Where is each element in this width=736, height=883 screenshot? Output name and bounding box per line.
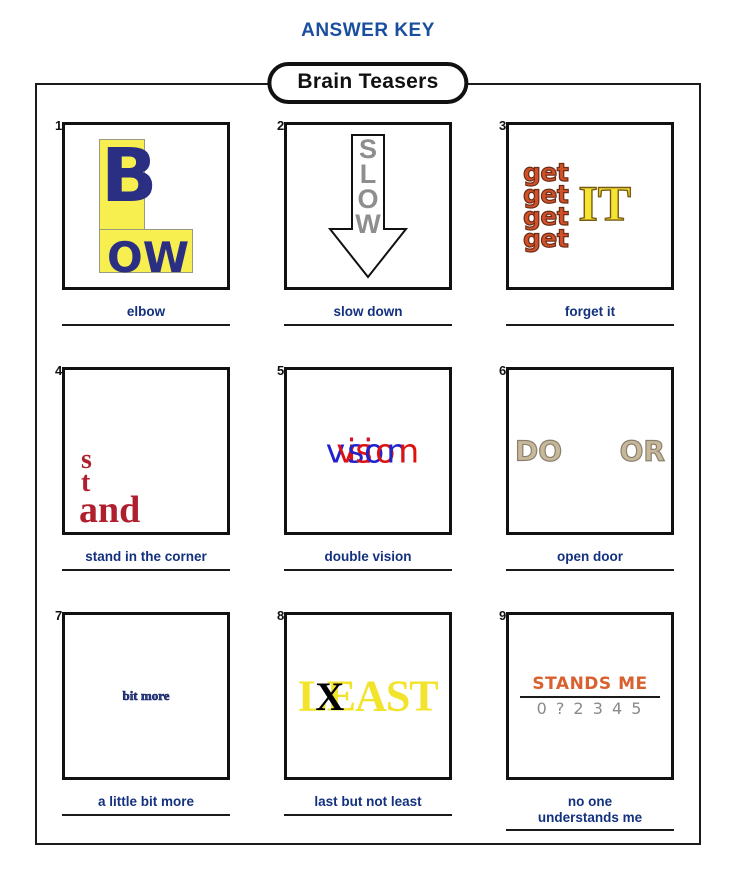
puzzle-cell-7: 7. bit more a little bit more [35, 600, 257, 845]
answer-text-9: no one understands me [537, 794, 643, 825]
puzzle-cell-1: 1. B OW elbow [35, 110, 257, 355]
answer-block-6: open door [506, 549, 674, 571]
puzzle-grid: 1. B OW elbow 2. S L O W slow down 3. ge… [35, 110, 701, 845]
stands-me-numerator: STANDS ME [532, 674, 648, 694]
digits-denominator: 0 ? 2 3 4 5 [536, 699, 644, 718]
cross-out-x: X [315, 673, 344, 719]
forget-it-art: get get get get IT [522, 159, 632, 253]
vision-letter-o-red: o [375, 431, 395, 471]
vision-letter-s-red: s [355, 431, 372, 471]
fraction-bar [520, 696, 660, 698]
answer-block-3: forget it [506, 304, 674, 326]
puzzle-art-box-9: STANDS ME 0 ? 2 3 4 5 [506, 612, 674, 780]
vision-letter-v-red: v [336, 431, 355, 471]
open-door-art: DO OR [514, 434, 666, 468]
answer-text-8: last but not least [314, 794, 422, 809]
elbow-art: B OW [99, 133, 193, 279]
answer-text-5: double vision [324, 549, 412, 564]
door-left-do: DO [514, 434, 563, 468]
answer-block-2: slow down [284, 304, 452, 326]
answer-block-9: no one understands me [506, 794, 674, 832]
double-vision-art: vviissiioonn [325, 431, 419, 471]
answer-key-title: ANSWER KEY [301, 20, 435, 41]
answer-text-6: open door [557, 549, 623, 564]
stand-corner-art: s t and [79, 445, 141, 531]
down-arrow-icon: S L O W [326, 133, 410, 279]
answer-underline-5 [284, 568, 452, 571]
answer-underline-9 [506, 829, 674, 832]
puzzle-cell-3: 3. get get get get IT forget it [479, 110, 701, 355]
answer-block-8: last but not least [284, 794, 452, 816]
answer-block-7: a little bit more [62, 794, 230, 816]
slow-letter-w: W [355, 209, 381, 240]
puzzle-cell-9: 9. STANDS ME 0 ? 2 3 4 5 no one understa… [479, 600, 701, 845]
answer-block-4: stand in the corner [62, 549, 230, 571]
answer-text-3: forget it [564, 304, 616, 319]
answer-underline-2 [284, 323, 452, 326]
vision-letter-n-red: n [398, 431, 419, 471]
answer-underline-4 [62, 568, 230, 571]
puzzle-art-box-5: vviissiioonn [284, 367, 452, 535]
puzzle-art-box-3: get get get get IT [506, 122, 674, 290]
vision-letter-s-blue: s [347, 431, 364, 471]
answer-underline-6 [506, 568, 674, 571]
answer-text-7: a little bit more [97, 794, 195, 809]
puzzle-art-box-2: S L O W [284, 122, 452, 290]
puzzle-cell-4: 4. s t and stand in the corner [35, 355, 257, 600]
answer-underline-7 [62, 813, 230, 816]
understands-me-art: STANDS ME 0 ? 2 3 4 5 [520, 674, 660, 718]
slow-letters: S L O W [326, 135, 410, 240]
puzzle-cell-8: 8. LEAST X last but not least [257, 600, 479, 845]
it-word: IT [578, 174, 632, 231]
puzzle-art-box-7: bit more [62, 612, 230, 780]
answer-underline-1 [62, 323, 230, 326]
elbow-letter-b: B [101, 133, 158, 219]
puzzle-art-box-1: B OW [62, 122, 230, 290]
vision-letter-v-blue: v [325, 431, 345, 471]
answer-text-4: stand in the corner [85, 549, 207, 564]
puzzle-art-box-6: DO OR [506, 367, 674, 535]
worksheet-title-badge: Brain Teasers [267, 62, 469, 104]
vision-letter-o-blue: o [363, 431, 384, 471]
puzzle-art-box-8: LEAST X [284, 612, 452, 780]
puzzle-cell-6: 6. DO OR open door [479, 355, 701, 600]
puzzle-cell-5: 5. vviissiioonn double vision [257, 355, 479, 600]
get-word-4: get [522, 224, 569, 253]
least-crossed-art: LEAST X [298, 671, 438, 722]
puzzle-cell-2: 2. S L O W slow down [257, 110, 479, 355]
vision-letter-n-blue: n [386, 431, 407, 471]
answer-underline-3 [506, 323, 674, 326]
answer-text-1: elbow [126, 304, 166, 319]
bit-more-art: bit more [122, 688, 170, 704]
answer-text-2: slow down [333, 304, 403, 319]
answer-block-5: double vision [284, 549, 452, 571]
door-right-or: OR [619, 434, 666, 468]
get-word-stack: get get get get [522, 159, 569, 253]
answer-underline-8 [284, 813, 452, 816]
answer-block-1: elbow [62, 304, 230, 326]
stand-letters-and: and [79, 488, 141, 531]
puzzle-art-box-4: s t and [62, 367, 230, 535]
elbow-letters-ow: OW [106, 233, 190, 282]
